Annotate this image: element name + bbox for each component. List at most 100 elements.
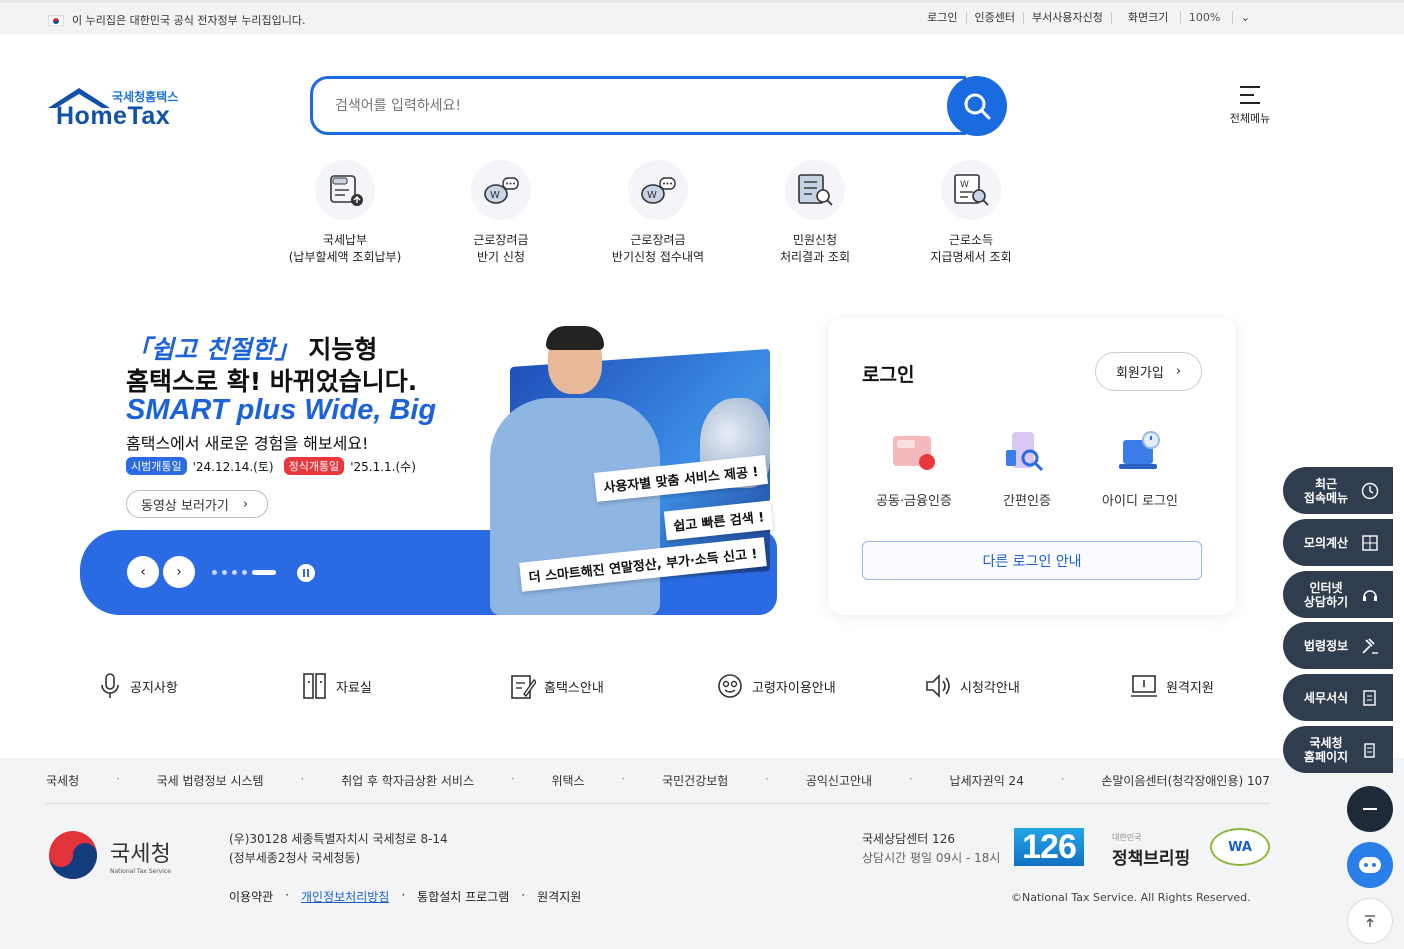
document-search-icon: W <box>941 160 1001 220</box>
trial-date: '24.12.14.(토) <box>192 459 274 474</box>
banner-prev-button[interactable]: ‹ <box>127 556 159 588</box>
banner-headline-3: SMART plus Wide, Big <box>126 394 437 426</box>
chevron-left-icon: ‹ <box>140 564 146 580</box>
login-option-simple[interactable]: 간편인증 <box>975 428 1079 509</box>
separator: · <box>115 772 120 786</box>
side-label-1: 국세청 <box>1309 735 1343 750</box>
separator: · <box>621 772 626 786</box>
side-nts-homepage[interactable]: 국세청 홈페이지 <box>1283 726 1393 773</box>
link-archive[interactable]: 자료실 <box>302 668 372 704</box>
quick-label-1: 근로소득 <box>948 233 994 247</box>
top-links: 로그인 인증센터 부서사용자신청 화면크기 100% ⌄ <box>919 11 1266 24</box>
gov-top-bar: 이 누리집은 대한민국 공식 전자정부 누리집입니다. 로그인 인증센터 부서사… <box>0 0 1404 34</box>
search-icon <box>964 93 991 120</box>
join-button[interactable]: 회원가입 › <box>1095 352 1202 391</box>
join-button-label: 회원가입 <box>1115 366 1164 381</box>
link-label: 시청각안내 <box>960 680 1020 696</box>
separator: · <box>300 772 305 786</box>
quick-label-1: 근로장려금 <box>630 233 686 247</box>
footer-link-remote[interactable]: 원격지원 <box>537 888 581 905</box>
quick-menu-tax-payment[interactable]: 국세납부 (납부할세액 조회납부) <box>270 160 420 266</box>
side-law-info[interactable]: 법령정보 <box>1283 622 1393 669</box>
banner-dot[interactable] <box>242 570 247 575</box>
side-mock-calc[interactable]: 모의계산 <box>1283 519 1393 566</box>
wa-mark-logo[interactable]: WA <box>1210 828 1270 866</box>
quick-menu-earned-income-apply[interactable]: W 근로장려금 반기 신청 <box>426 160 576 266</box>
banner-dot[interactable] <box>212 570 217 575</box>
login-option-label: 아이디 로그인 <box>1102 494 1178 509</box>
banner-headline-1-rest: 지능형 <box>299 335 378 364</box>
link-notice[interactable]: 공지사항 <box>98 668 178 704</box>
official-date: '25.1.1.(수) <box>350 459 416 474</box>
policy-briefing-logo[interactable]: 대한민국 정책브리핑 <box>1112 832 1190 869</box>
checklist-search-icon <box>785 160 845 220</box>
banner-next-button[interactable]: › <box>163 556 195 588</box>
related-site[interactable]: 취업 후 학자금상환 서비스 <box>341 772 474 789</box>
chevron-right-icon: › <box>176 564 182 580</box>
all-menu-button[interactable]: 전체메뉴 <box>1226 86 1274 126</box>
link-remote-support[interactable]: 원격지원 <box>1130 668 1214 704</box>
top-link-dept-user[interactable]: 부서사용자신청 <box>1023 12 1111 24</box>
logo-main: HomeTax <box>56 102 171 130</box>
gov-notice-text[interactable]: 이 누리집은 대한민국 공식 전자정부 누리집입니다. <box>72 12 306 28</box>
related-site[interactable]: 손말이음센터(청각장애인용) 107 <box>1101 772 1270 789</box>
badge-126-logo[interactable]: 126 <box>1014 828 1084 866</box>
login-option-certificate[interactable]: 공동·금융인증 <box>862 428 966 509</box>
related-site[interactable]: 국민건강보험 <box>662 772 728 789</box>
side-label-1: 법령정보 <box>1303 638 1349 653</box>
quick-menu-civil-result[interactable]: 민원신청 처리결과 조회 <box>740 160 890 266</box>
top-link-cert-center[interactable]: 인증센터 <box>965 12 1023 24</box>
login-option-label: 간편인증 <box>1003 494 1051 509</box>
side-label-1: 모의계산 <box>1303 535 1349 550</box>
hometax-logo[interactable]: 국세청홈택스 HomeTax <box>46 86 186 132</box>
login-option-id[interactable]: 아이디 로그인 <box>1088 428 1192 509</box>
banner-pause-button[interactable] <box>297 564 315 582</box>
related-site[interactable]: 위택스 <box>551 772 584 789</box>
side-recent-menu[interactable]: 최근 접속메뉴 <box>1283 467 1393 514</box>
main-banner[interactable]: 사용자별 맞춤 서비스 제공 ! 쉽고 빠른 검색 ! 더 스마트해진 연말정산… <box>80 318 777 615</box>
link-senior-guide[interactable]: 고령자이용안내 <box>716 668 836 704</box>
related-site[interactable]: 국세청 <box>46 772 79 789</box>
search-button[interactable] <box>947 76 1007 136</box>
side-tax-forms[interactable]: 세무서식 <box>1283 674 1393 721</box>
quick-menu-earned-income-statement[interactable]: W 근로소득 지급명세서 조회 <box>896 160 1046 266</box>
related-site[interactable]: 납세자권익 24 <box>950 772 1024 789</box>
footer-link-privacy[interactable]: 개인정보처리방침 <box>301 888 389 905</box>
collapse-side-button[interactable] <box>1347 786 1393 832</box>
senior-face-icon <box>718 674 742 698</box>
banner-dot[interactable] <box>232 570 237 575</box>
login-panel: 로그인 회원가입 › 공동·금융인증 간편인증 아이디 로그인 다른 로그인 안… <box>828 318 1236 615</box>
trial-label: 시범개통일 <box>126 457 187 475</box>
footer-link-terms[interactable]: 이용약관 <box>229 888 273 905</box>
related-site[interactable]: 국세 법령정보 시스템 <box>157 772 264 789</box>
zoom-control[interactable]: 화면크기 100% ⌄ <box>1110 11 1266 24</box>
side-online-consult[interactable]: 인터넷 상담하기 <box>1283 571 1393 618</box>
gavel-icon <box>1362 638 1378 654</box>
footer-link-install[interactable]: 통합설치 프로그램 <box>417 888 509 905</box>
chatbot-button[interactable] <box>1347 842 1393 888</box>
link-hometax-guide[interactable]: 홈택스안내 <box>510 668 604 704</box>
link-audiovisual-guide[interactable]: 시청각안내 <box>924 668 1020 704</box>
quick-label-2: 반기신청 접수내역 <box>611 250 705 264</box>
top-link-login[interactable]: 로그인 <box>919 12 965 24</box>
other-login-button[interactable]: 다른 로그인 안내 <box>862 541 1202 580</box>
video-button-label: 동영상 보러가기 <box>141 498 229 514</box>
separator: · <box>521 888 526 902</box>
quick-label-2: 지급명세서 조회 <box>930 250 1012 264</box>
nts-logo[interactable]: 국세청 National Tax Service <box>46 828 171 882</box>
laptop-power-icon <box>1113 428 1167 478</box>
related-site[interactable]: 공익신고안내 <box>806 772 872 789</box>
banner-dot-active[interactable] <box>252 570 276 575</box>
separator: · <box>401 888 406 902</box>
separator: · <box>765 772 769 786</box>
search-input[interactable] <box>313 79 963 132</box>
banner-dates: 시범개통일 '24.12.14.(토) 정식개통일 '25.1.1.(수) <box>126 457 416 475</box>
banner-highlight: 「쉽고 친절한」 <box>126 335 300 364</box>
video-button[interactable]: 동영상 보러가기 › <box>126 490 268 518</box>
quick-menu-earned-income-history[interactable]: W 근로장려금 반기신청 접수내역 <box>583 160 733 266</box>
login-title: 로그인 <box>862 364 915 386</box>
money-bag-chat-icon: W <box>471 160 531 220</box>
scroll-top-button[interactable] <box>1347 898 1393 944</box>
banner-dot[interactable] <box>222 570 227 575</box>
phone-search-icon <box>1000 428 1054 478</box>
